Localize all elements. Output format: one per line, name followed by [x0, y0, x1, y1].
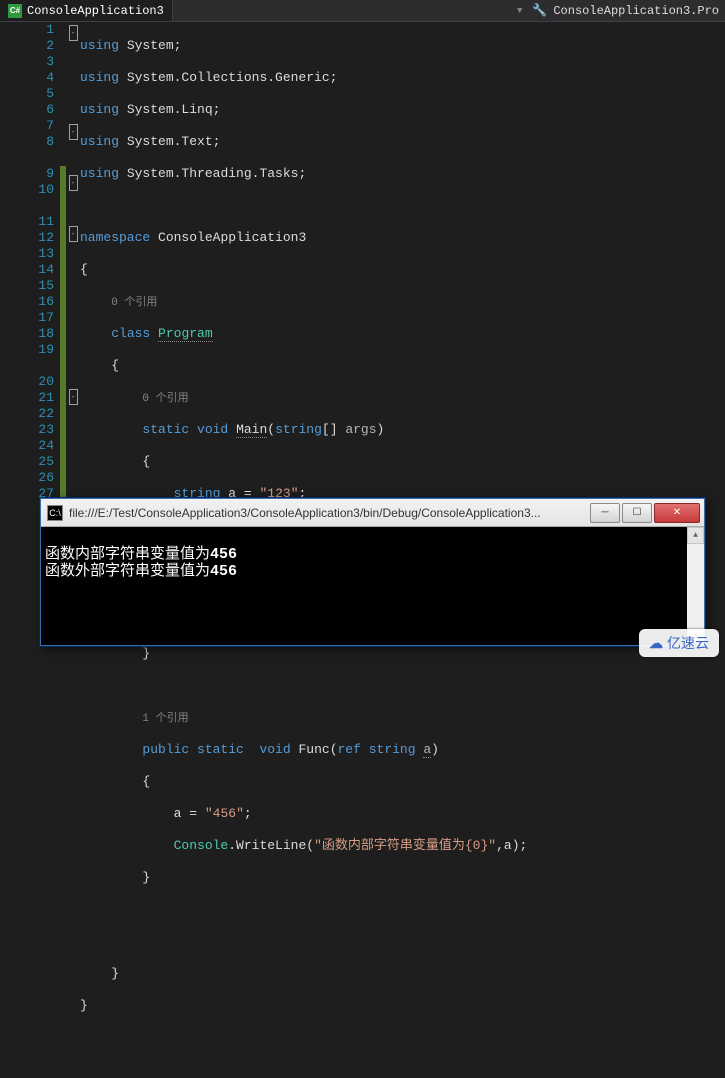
- console-line-2: 函数外部字符串变量值为456: [45, 563, 237, 580]
- tab-label: ConsoleApplication3: [27, 4, 164, 18]
- tab-right-area: ▼ 🔧 ConsoleApplication3.Pro: [507, 0, 725, 21]
- wrench-icon: 🔧: [532, 3, 547, 18]
- line-number: 5: [0, 86, 54, 102]
- line-number: 24: [0, 438, 54, 454]
- line-number: 20: [0, 374, 54, 390]
- line-number: 18: [0, 326, 54, 342]
- scroll-track[interactable]: [687, 544, 704, 628]
- watermark-logo-icon: ☁: [649, 635, 663, 652]
- line-number: 23: [0, 422, 54, 438]
- line-number: [0, 358, 54, 374]
- line-number: 25: [0, 454, 54, 470]
- line-number: 12: [0, 230, 54, 246]
- console-output[interactable]: 函数内部字符串变量值为456 函数外部字符串变量值为456 ▲ ▼: [41, 527, 704, 645]
- watermark-text: 亿速云: [667, 633, 709, 653]
- line-number: 26: [0, 470, 54, 486]
- close-button[interactable]: ✕: [654, 503, 700, 523]
- line-number: 14: [0, 262, 54, 278]
- fold-toggle-icon[interactable]: -: [69, 175, 78, 191]
- line-number: 4: [0, 70, 54, 86]
- line-number: 1: [0, 22, 54, 38]
- line-number: 11: [0, 214, 54, 230]
- fold-toggle-icon[interactable]: -: [69, 124, 78, 140]
- console-window: C:\ file:///E:/Test/ConsoleApplication3/…: [40, 498, 705, 646]
- tab-active[interactable]: C# ConsoleApplication3: [0, 0, 173, 21]
- line-number: [0, 150, 54, 166]
- line-number: 16: [0, 294, 54, 310]
- console-titlebar[interactable]: C:\ file:///E:/Test/ConsoleApplication3/…: [41, 499, 704, 527]
- fold-column[interactable]: - - - - -: [66, 22, 80, 497]
- line-number: 6: [0, 102, 54, 118]
- tab-bar: C# ConsoleApplication3 ▼ 🔧 ConsoleApplic…: [0, 0, 725, 22]
- code-area[interactable]: using System; using System.Collections.G…: [80, 22, 725, 497]
- watermark-badge: ☁ 亿速云: [639, 629, 719, 657]
- maximize-button[interactable]: ☐: [622, 503, 652, 523]
- fold-toggle-icon[interactable]: -: [69, 389, 78, 405]
- line-number: 21: [0, 390, 54, 406]
- codelens-references[interactable]: 1 个引用: [142, 713, 188, 725]
- line-number: 13: [0, 246, 54, 262]
- line-number-gutter: 1234567891011121314151617181920212223242…: [0, 22, 60, 497]
- line-number: 10: [0, 182, 54, 198]
- line-number: 8: [0, 134, 54, 150]
- project-label: ConsoleApplication3.Pro: [553, 4, 719, 18]
- scroll-up-icon[interactable]: ▲: [687, 527, 704, 544]
- tab-overflow-dropdown[interactable]: ▼: [513, 6, 526, 16]
- console-line-1: 函数内部字符串变量值为456: [45, 546, 237, 563]
- line-number: 15: [0, 278, 54, 294]
- console-scrollbar[interactable]: ▲ ▼: [687, 527, 704, 645]
- line-number: 17: [0, 310, 54, 326]
- codelens-references[interactable]: 0 个引用: [111, 297, 157, 309]
- line-number: 3: [0, 54, 54, 70]
- minimize-button[interactable]: ─: [590, 503, 620, 523]
- line-number: 2: [0, 38, 54, 54]
- console-app-icon: C:\: [47, 505, 63, 521]
- csharp-file-icon: C#: [8, 4, 22, 18]
- line-number: 22: [0, 406, 54, 422]
- fold-toggle-icon[interactable]: -: [69, 25, 78, 41]
- codelens-references[interactable]: 0 个引用: [142, 393, 188, 405]
- line-number: [0, 198, 54, 214]
- code-editor[interactable]: 1234567891011121314151617181920212223242…: [0, 22, 725, 497]
- line-number: 19: [0, 342, 54, 358]
- line-number: 9: [0, 166, 54, 182]
- line-number: 7: [0, 118, 54, 134]
- fold-toggle-icon[interactable]: -: [69, 226, 78, 242]
- window-buttons: ─ ☐ ✕: [590, 503, 704, 523]
- console-title-text: file:///E:/Test/ConsoleApplication3/Cons…: [69, 506, 584, 520]
